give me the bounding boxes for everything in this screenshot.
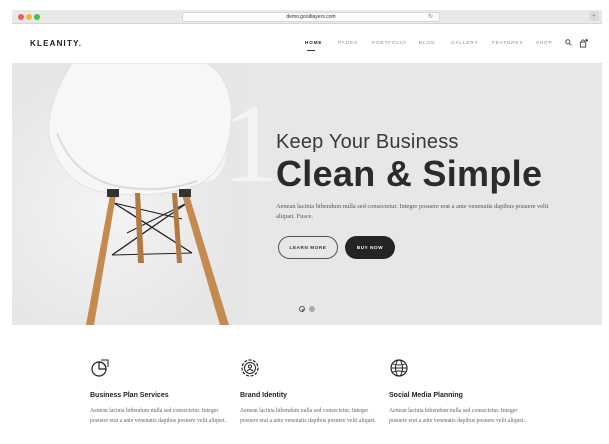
nav-item-blog[interactable]: BLOG [419, 40, 435, 45]
hero-description: Aenean lacinia bibendum nulla sed consec… [276, 202, 549, 220]
nav-item-shop[interactable]: SHOP [536, 40, 553, 45]
active-nav-indicator [307, 50, 315, 51]
service-title: Brand Identity [240, 392, 288, 399]
slide-dot-1[interactable] [299, 306, 305, 312]
service-description: Aenean lacinia bibendum nulla sed consec… [90, 408, 227, 424]
chair-image [48, 63, 232, 325]
search-icon[interactable] [565, 39, 572, 48]
service-title: Business Plan Services [90, 392, 169, 399]
site-header: KLEANITY. HOME PAGES PORTFOLIO BLOG GALL… [12, 25, 602, 63]
service-card: Brand Identity Aenean lacinia bibendum n… [240, 358, 380, 426]
slide-dot-2[interactable] [309, 306, 315, 312]
service-card: Social Media Planning Aenean lacinia bib… [389, 358, 529, 426]
services-section: Business Plan Services Aenean lacinia bi… [12, 325, 602, 444]
service-description: Aenean lacinia bibendum nulla sed consec… [389, 408, 526, 424]
nav-item-features[interactable]: FEATURES [492, 40, 523, 45]
hero-content: Keep Your Business Clean & Simple Aenean… [276, 131, 596, 260]
maximize-window-icon[interactable] [34, 14, 40, 20]
gear-person-icon [241, 359, 259, 377]
minimize-window-icon[interactable] [26, 14, 32, 20]
nav-item-portfolio[interactable]: PORTFOLIO [372, 40, 407, 45]
hero-headline: Clean & Simple [276, 153, 543, 194]
pie-chart-icon [91, 359, 109, 377]
hero-subheadline: Keep Your Business [276, 131, 459, 153]
url-text: demo.goodlayers.com [286, 14, 336, 20]
site-logo[interactable]: KLEANITY. [30, 39, 82, 48]
browser-toolbar: demo.goodlayers.com ↻ + [12, 10, 602, 24]
reload-icon[interactable]: ↻ [428, 13, 433, 20]
service-card: Business Plan Services Aenean lacinia bi… [90, 358, 230, 426]
service-description: Aenean lacinia bibendum nulla sed consec… [240, 408, 377, 424]
globe-icon [390, 359, 408, 377]
cart-icon[interactable] [579, 39, 588, 50]
nav-item-gallery[interactable]: GALLERY [451, 40, 478, 45]
address-bar[interactable]: demo.goodlayers.com ↻ [182, 12, 440, 22]
hero-buttons: LEARN MORE BUY NOW [276, 235, 596, 260]
service-title: Social Media Planning [389, 392, 463, 399]
hero-slider: 01 Keep Your Business Clean & Simple Aen… [12, 63, 602, 325]
buy-now-button[interactable]: BUY NOW [345, 235, 395, 259]
new-tab-icon[interactable]: + [589, 11, 599, 21]
learn-more-button[interactable]: LEARN MORE [278, 235, 338, 259]
nav-item-pages[interactable]: PAGES [338, 40, 358, 45]
nav-item-home[interactable]: HOME [305, 40, 322, 45]
close-window-icon[interactable] [18, 14, 24, 20]
